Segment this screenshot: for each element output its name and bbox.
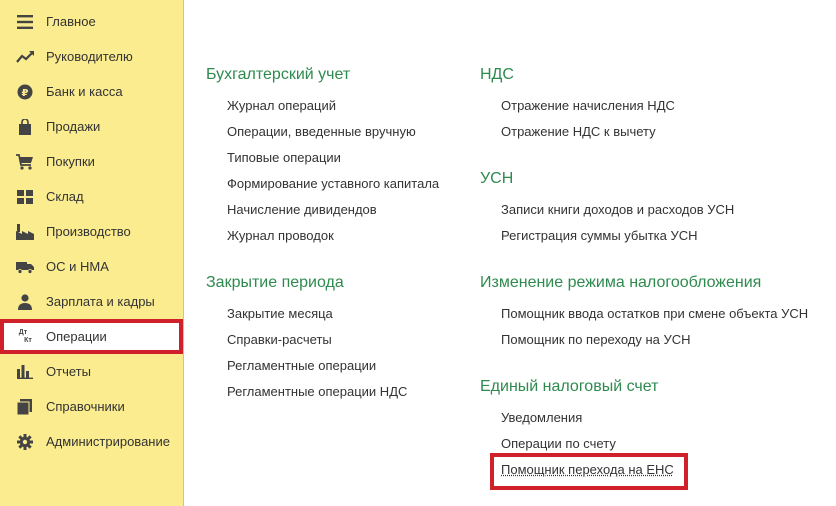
section-title-accounting: Бухгалтерский учет <box>206 66 351 83</box>
sidebar-item-sales[interactable]: Продажи <box>0 109 183 144</box>
sidebar-item-operations[interactable]: Дт Кт Операции <box>0 319 183 354</box>
link-month-close[interactable]: Закрытие месяца <box>227 306 333 321</box>
sidebar-item-label: Покупки <box>46 154 95 169</box>
sidebar-item-main[interactable]: Главное <box>0 4 183 39</box>
menu-icon <box>16 13 34 31</box>
sidebar-item-reports[interactable]: Отчеты <box>0 354 183 389</box>
link-vat-accrual[interactable]: Отражение начисления НДС <box>501 98 675 113</box>
debit-credit-icon-top: Дт <box>18 328 28 336</box>
sidebar-item-label: Операции <box>46 329 107 344</box>
svg-text:₽: ₽ <box>22 88 29 99</box>
books-icon <box>16 398 34 416</box>
sidebar-item-directories[interactable]: Справочники <box>0 389 183 424</box>
debit-credit-icon: Дт Кт <box>16 328 34 346</box>
person-icon <box>16 293 34 311</box>
section-title-ens: Единый налоговый счет <box>480 378 659 395</box>
sidebar-item-administration[interactable]: Администрирование <box>0 424 183 459</box>
link-income-expense-book[interactable]: Записи книги доходов и расходов УСН <box>501 202 734 217</box>
section-title-usn: УСН <box>480 170 514 187</box>
sidebar-item-label: Продажи <box>46 119 101 134</box>
link-usn-loss[interactable]: Регистрация суммы убытка УСН <box>501 228 698 243</box>
warehouse-icon <box>16 188 34 206</box>
cart-icon <box>16 153 34 171</box>
link-manual-operations[interactable]: Операции, введенные вручную <box>227 124 416 139</box>
link-account-operations[interactable]: Операции по счету <box>501 436 616 451</box>
ruble-icon: ₽ <box>16 83 34 101</box>
sidebar-item-production[interactable]: Производство <box>0 214 183 249</box>
sidebar-item-label: Зарплата и кадры <box>46 294 155 309</box>
bag-icon <box>16 118 34 136</box>
link-operations-journal[interactable]: Журнал операций <box>227 98 336 113</box>
link-routine-vat-operations[interactable]: Регламентные операции НДС <box>227 384 407 399</box>
link-usn-transition-assistant[interactable]: Помощник по переходу на УСН <box>501 332 691 347</box>
sidebar-item-label: Отчеты <box>46 364 91 379</box>
sidebar-item-payroll[interactable]: Зарплата и кадры <box>0 284 183 319</box>
gear-icon <box>16 433 34 451</box>
link-typical-operations[interactable]: Типовые операции <box>227 150 341 165</box>
section-title-period-close: Закрытие периода <box>206 274 344 291</box>
sidebar-item-label: Главное <box>46 14 96 29</box>
link-calculation-reports[interactable]: Справки-расчеты <box>227 332 332 347</box>
sidebar-item-label: Склад <box>46 189 84 204</box>
sidebar-item-warehouse[interactable]: Склад <box>0 179 183 214</box>
sidebar-item-label: Производство <box>46 224 131 239</box>
debit-credit-icon-bottom: Кт <box>24 336 32 344</box>
link-usn-object-balance-assistant[interactable]: Помощник ввода остатков при смене объект… <box>501 306 808 321</box>
bar-chart-icon <box>16 363 34 381</box>
truck-icon <box>16 258 34 276</box>
link-dividends[interactable]: Начисление дивидендов <box>227 202 377 217</box>
sidebar-item-label: Банк и касса <box>46 84 123 99</box>
section-title-tax-regime: Изменение режима налогообложения <box>480 274 762 291</box>
link-notifications[interactable]: Уведомления <box>501 410 582 425</box>
sidebar-item-label: ОС и НМА <box>46 259 109 274</box>
sidebar-item-bank[interactable]: ₽ Банк и касса <box>0 74 183 109</box>
sidebar-item-fixed-assets[interactable]: ОС и НМА <box>0 249 183 284</box>
sidebar-item-label: Справочники <box>46 399 125 414</box>
sidebar: Главное Руководителю ₽ Банк и касса Прод… <box>0 0 184 506</box>
link-vat-deduction[interactable]: Отражение НДС к вычету <box>501 124 656 139</box>
sidebar-item-label: Администрирование <box>46 434 170 449</box>
link-routine-operations[interactable]: Регламентные операции <box>227 358 376 373</box>
sidebar-item-manager[interactable]: Руководителю <box>0 39 183 74</box>
sidebar-item-label: Руководителю <box>46 49 133 64</box>
factory-icon <box>16 223 34 241</box>
section-title-vat: НДС <box>480 66 514 83</box>
trend-icon <box>16 48 34 66</box>
link-authorized-capital[interactable]: Формирование уставного капитала <box>227 176 439 191</box>
sidebar-item-purchases[interactable]: Покупки <box>0 144 183 179</box>
highlight-box <box>490 453 688 490</box>
link-entries-journal[interactable]: Журнал проводок <box>227 228 334 243</box>
